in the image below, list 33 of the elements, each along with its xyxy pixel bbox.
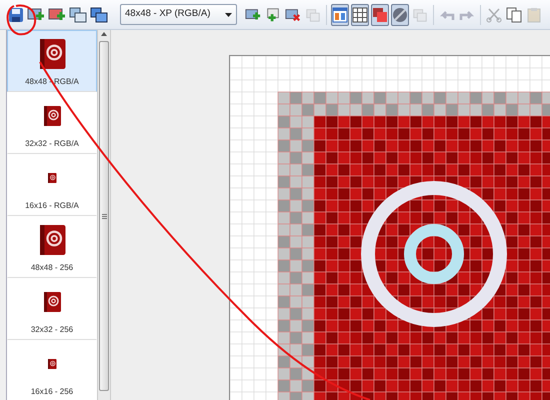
image-size-label: 16x16 - 256 bbox=[30, 386, 74, 398]
copy-icon bbox=[506, 6, 522, 22]
scroll-up-arrow-icon bbox=[101, 32, 107, 36]
toolbar-button[interactable] bbox=[371, 4, 389, 26]
image-size-label: 48x48 - RGB/A bbox=[25, 76, 79, 88]
image-delete-icon bbox=[285, 6, 301, 22]
scrollbar-thumb[interactable] bbox=[99, 41, 109, 391]
image-plus-icon bbox=[245, 6, 261, 22]
dropdown-caret-icon bbox=[225, 12, 232, 16]
image-size-label: 48x48 - 256 bbox=[30, 262, 74, 274]
image-size-label: 16x16 - RGB/A bbox=[25, 200, 79, 212]
image-size-label: 32x32 - RGB/A bbox=[25, 138, 79, 150]
toolbar-button[interactable] bbox=[351, 4, 369, 26]
image-plus-icon bbox=[265, 6, 281, 22]
grip-icon bbox=[102, 214, 106, 218]
clipboard-icon bbox=[526, 6, 542, 22]
window-preview-icon bbox=[332, 6, 348, 22]
overlapping-squares-icon bbox=[372, 6, 388, 22]
window-stack-icon bbox=[90, 6, 108, 22]
format-value: 48x48 - XP (RGB/A) bbox=[125, 7, 210, 22]
window-stack-icon bbox=[69, 6, 87, 22]
layers-icon bbox=[412, 6, 428, 22]
scissors-icon bbox=[486, 6, 502, 22]
image-list-item[interactable]: 48x48 - 256 bbox=[7, 216, 97, 278]
address-book-icon bbox=[46, 172, 58, 184]
address-book-icon bbox=[46, 358, 58, 370]
image-list-item[interactable]: 48x48 - RGB/A bbox=[7, 30, 97, 92]
layers-icon bbox=[305, 6, 321, 22]
image-size-label: 32x32 - 256 bbox=[30, 324, 74, 336]
grid-icon bbox=[352, 6, 368, 22]
circle-slash-icon bbox=[392, 6, 408, 22]
format-dropdown[interactable]: 48x48 - XP (RGB/A) bbox=[120, 4, 237, 25]
image-plus-icon bbox=[48, 6, 66, 22]
